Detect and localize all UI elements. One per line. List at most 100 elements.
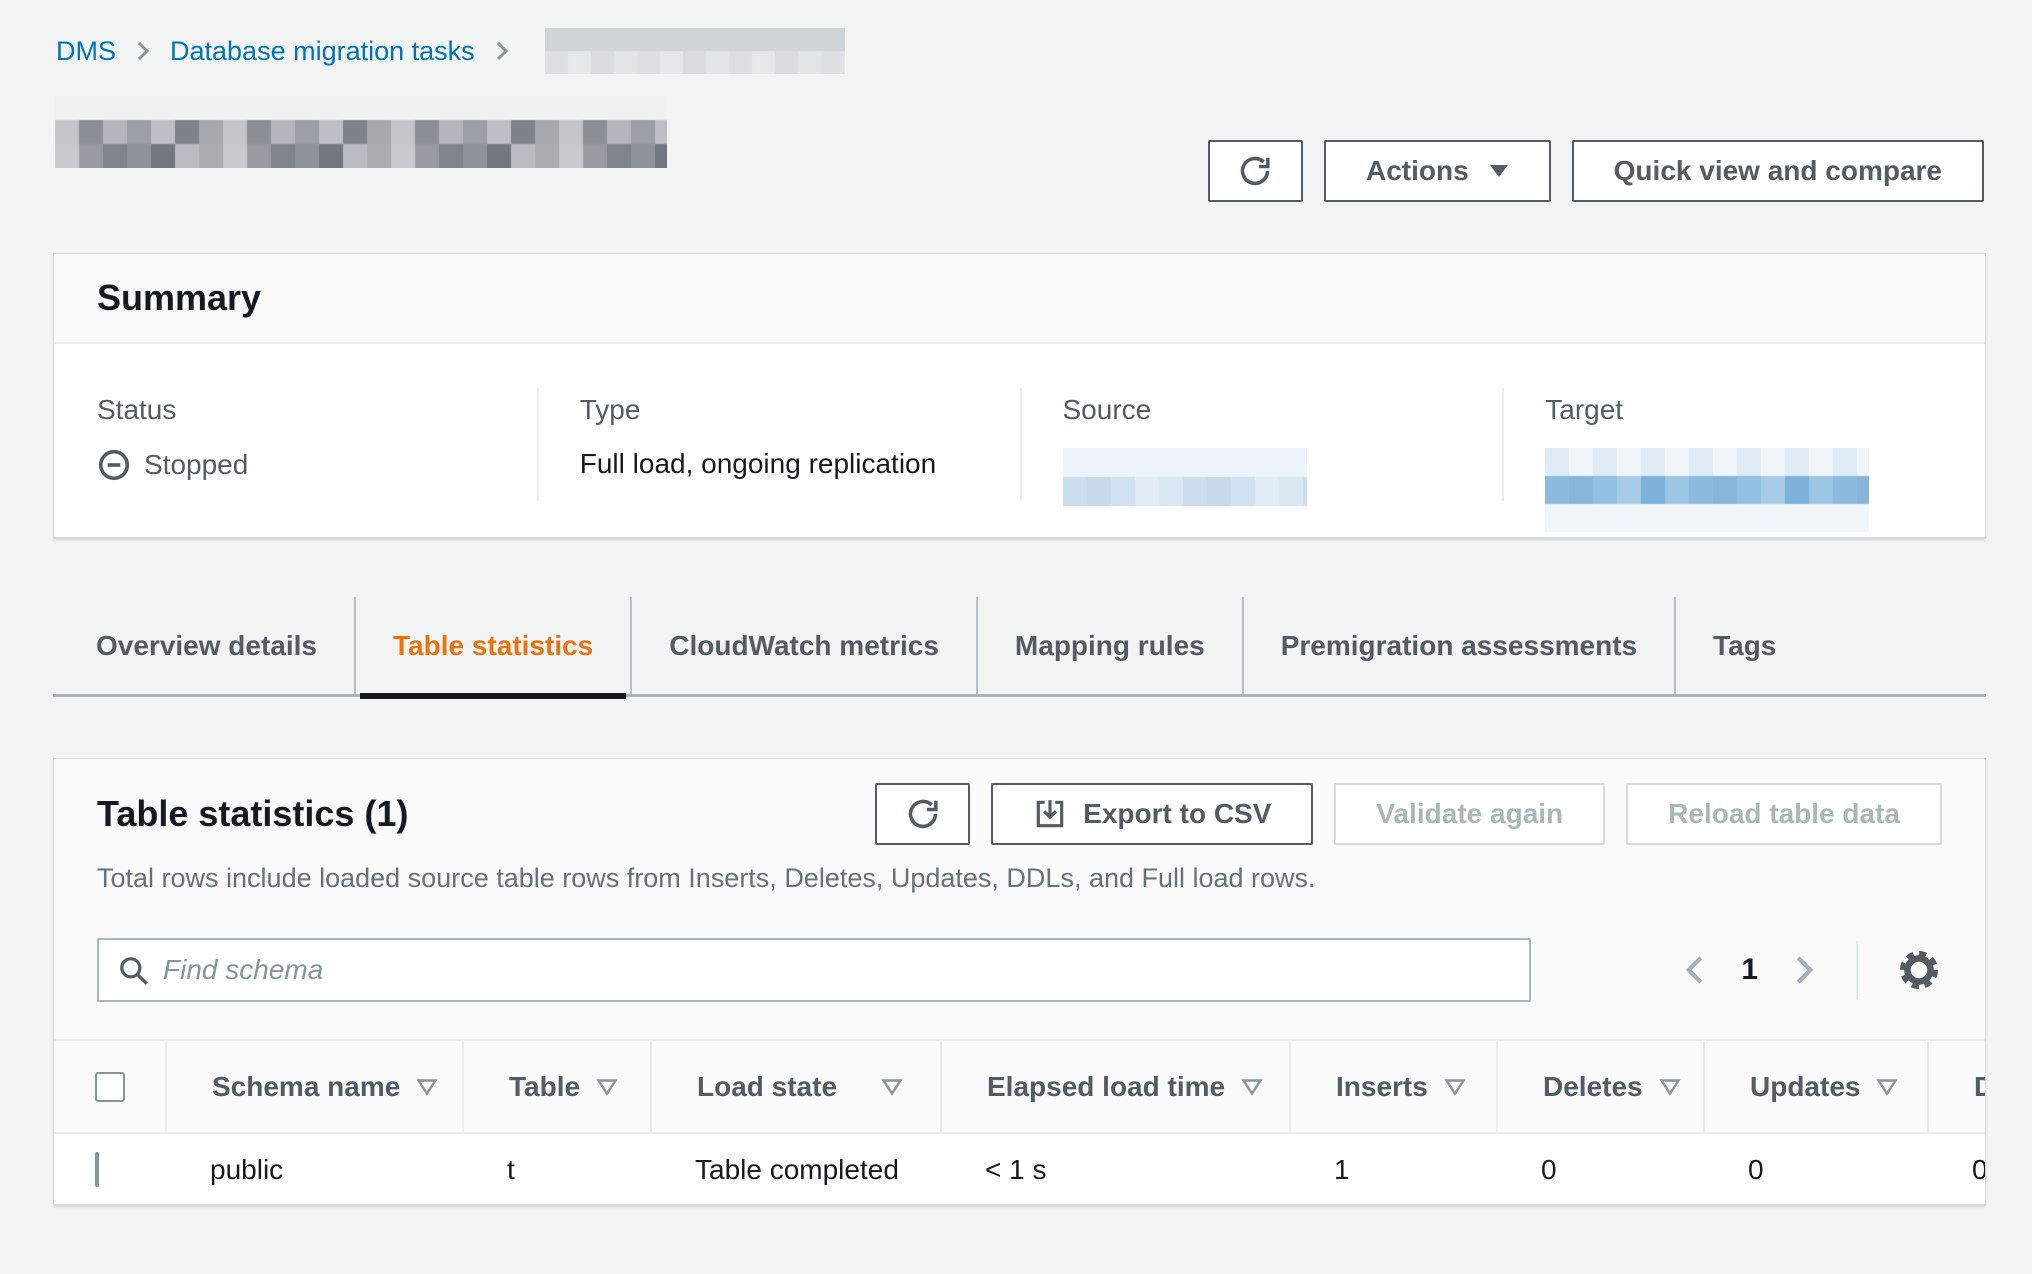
select-all-checkbox[interactable] [95,1072,125,1102]
actions-button[interactable]: Actions [1324,140,1551,202]
status-value: Stopped [97,448,537,482]
table-row: public t Table completed < 1 s 1 0 0 0 [54,1132,1985,1205]
tab-cloudwatch-metrics[interactable]: CloudWatch metrics [630,597,976,694]
column-header-inserts[interactable]: Inserts [1289,1040,1496,1133]
chevron-left-icon [1681,953,1711,987]
breadcrumb-tasks-link[interactable]: Database migration tasks [170,36,475,67]
find-schema-input[interactable] [97,938,1531,1002]
breadcrumb: DMS Database migration tasks [56,28,845,74]
column-label: Deletes [1543,1071,1643,1103]
sort-icon [596,1078,618,1096]
breadcrumb-task-name-redacted [545,28,845,74]
validate-again-button[interactable]: Validate again [1334,783,1605,845]
page-action-bar: Actions Quick view and compare [1208,140,1984,202]
table-refresh-button[interactable] [875,783,970,845]
table-statistics-title: Table statistics (1) [97,793,875,835]
sort-icon [1241,1078,1263,1096]
column-label: Inserts [1336,1071,1428,1103]
column-label: Updates [1750,1071,1860,1103]
table-statistics-grid: Schema name Table Load state [54,1039,1985,1205]
pager-divider [1856,941,1858,999]
quick-view-compare-button[interactable]: Quick view and compare [1572,140,1984,202]
summary-title: Summary [97,277,261,319]
cell-load-state: Table completed [650,1154,940,1186]
column-header-table[interactable]: Table [462,1040,650,1133]
reload-table-data-button[interactable]: Reload table data [1626,783,1942,845]
search-icon [117,954,151,993]
sort-icon [1876,1078,1898,1096]
sort-icon [416,1078,438,1096]
next-page-button[interactable] [1788,953,1818,987]
tab-mapping-rules[interactable]: Mapping rules [976,597,1242,694]
cell-ddls: 0 [1927,1154,1986,1186]
pagination: 1 [1681,941,1942,999]
sort-icon [1659,1078,1681,1096]
current-page-number[interactable]: 1 [1741,953,1758,987]
column-label: DDLs [1974,1071,1986,1103]
column-header-schema-name[interactable]: Schema name [165,1040,462,1133]
cell-inserts: 1 [1289,1154,1496,1186]
column-header-load-state[interactable]: Load state [650,1040,940,1133]
table-tools: Table statistics (1) [54,759,1985,1002]
summary-field-source: Source [1020,344,1503,535]
actions-button-label: Actions [1366,155,1469,187]
breadcrumb-dms-link[interactable]: DMS [56,36,116,67]
column-label: Schema name [212,1071,400,1103]
column-label: Elapsed load time [987,1071,1225,1103]
column-header-elapsed-load-time[interactable]: Elapsed load time [940,1040,1289,1133]
summary-panel: Summary Status Stopped Type Full load, o… [53,253,1986,538]
schema-search [97,938,1531,1002]
table-statistics-panel: Table statistics (1) [53,758,1986,1205]
sort-icon [881,1078,903,1096]
row-select-cell [54,1154,165,1186]
column-label: Table [509,1071,580,1103]
cell-deletes: 0 [1496,1154,1703,1186]
target-value-redacted [1545,448,1869,532]
table-action-buttons: Export to CSV Validate again Reload tabl… [875,783,1942,845]
row-checkbox[interactable] [95,1152,99,1187]
cell-table: t [462,1154,650,1186]
chevron-right-icon [1788,953,1818,987]
stopped-icon [97,448,131,482]
target-label: Target [1545,394,1985,426]
export-to-csv-label: Export to CSV [1083,798,1271,830]
cell-schema-name: public [165,1154,462,1186]
column-header-deletes[interactable]: Deletes [1496,1040,1703,1133]
column-header-ddls[interactable]: DDLs [1927,1040,1986,1133]
caret-down-icon [1489,164,1509,178]
type-label: Type [580,394,1020,426]
refresh-icon [1236,152,1274,190]
summary-field-type: Type Full load, ongoing replication [537,344,1020,535]
refresh-button[interactable] [1208,140,1303,202]
summary-panel-header: Summary [54,254,1985,344]
tab-overview-details[interactable]: Overview details [59,597,354,694]
export-to-csv-button[interactable]: Export to CSV [991,783,1313,845]
tab-table-statistics[interactable]: Table statistics [354,597,630,694]
download-icon [1033,797,1067,831]
summary-field-status: Status Stopped [54,344,537,535]
cell-elapsed-load-time: < 1 s [940,1154,1289,1186]
chevron-right-icon [131,39,155,63]
source-label: Source [1063,394,1503,426]
tab-premigration-assessments[interactable]: Premigration assessments [1242,597,1674,694]
page-title-redacted [55,96,667,168]
gear-icon [1896,947,1942,993]
chevron-right-icon [490,39,514,63]
source-value-redacted [1063,448,1307,506]
preferences-button[interactable] [1896,947,1942,993]
task-tabs: Overview details Table statistics CloudW… [53,597,1986,697]
column-header-updates[interactable]: Updates [1703,1040,1927,1133]
grid-header-row: Schema name Table Load state [54,1039,1985,1132]
dms-task-page: DMS Database migration tasks Actions Qui… [0,0,2032,1274]
cell-updates: 0 [1703,1154,1927,1186]
table-statistics-description: Total rows include loaded source table r… [97,863,1942,894]
column-label: Load state [697,1071,837,1103]
previous-page-button[interactable] [1681,953,1711,987]
tab-tags[interactable]: Tags [1674,597,1813,694]
refresh-icon [904,795,942,833]
summary-field-target: Target [1502,344,1985,535]
type-value: Full load, ongoing replication [580,448,1020,480]
status-label: Status [97,394,537,426]
summary-fields: Status Stopped Type Full load, ongoing r… [54,344,1985,535]
sort-icon [1444,1078,1466,1096]
